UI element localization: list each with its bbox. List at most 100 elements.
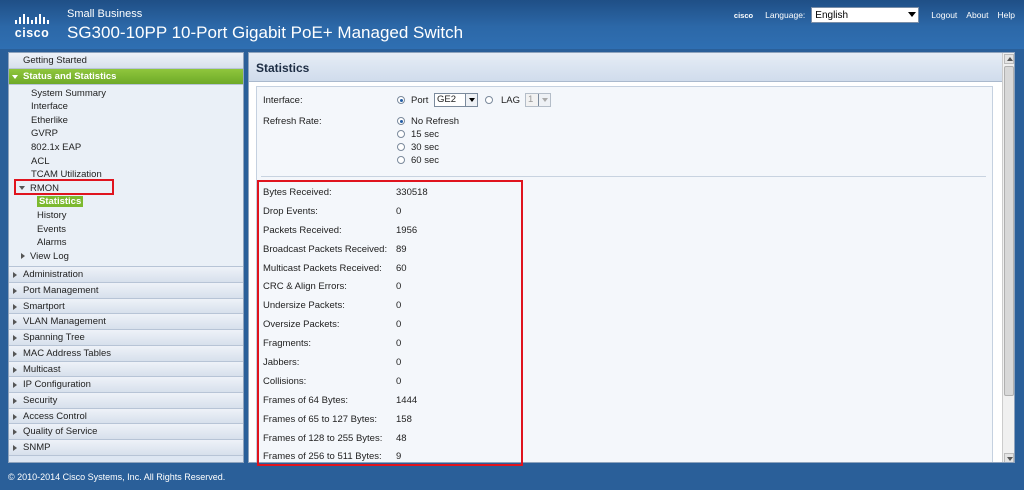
sidebar-item-8021x-eap[interactable]: 802.1x EAP xyxy=(9,141,243,155)
sidebar-section-label: Security xyxy=(23,394,58,406)
rmon-highlight-box xyxy=(14,179,114,195)
sidebar-section-ip-configuration[interactable]: IP Configuration xyxy=(9,377,243,393)
sidebar-item-acl[interactable]: ACL xyxy=(9,155,243,169)
expanded-triangle-icon xyxy=(12,74,18,79)
sidebar-section-label: IP Configuration xyxy=(23,379,91,391)
sidebar-section-label: SNMP xyxy=(23,441,51,453)
sidebar-section-quality-of-service[interactable]: Quality of Service xyxy=(9,424,243,440)
logout-link[interactable]: Logout xyxy=(931,10,957,20)
statistics-highlight-box xyxy=(257,180,523,466)
app-header: cisco Small Business SG300-10PP 10-Port … xyxy=(0,0,1024,49)
cisco-small-logo: cisco xyxy=(733,10,754,20)
cisco-logo-text: cisco xyxy=(14,26,50,40)
sidebar-section-access-control[interactable]: Access Control xyxy=(9,408,243,425)
lag-select[interactable]: 1 xyxy=(525,93,551,107)
collapsed-triangle-icon xyxy=(13,272,17,279)
sidebar-item-system-summary[interactable]: System Summary xyxy=(9,87,243,101)
collapsed-triangle-icon xyxy=(13,397,17,404)
sidebar-item-etherlike[interactable]: Etherlike xyxy=(9,114,243,128)
sidebar-section-label: Port Management xyxy=(23,285,99,297)
sidebar-section-vlan-management[interactable]: VLAN Management xyxy=(9,314,243,331)
refresh-30-radio[interactable] xyxy=(397,143,405,151)
collapsed-triangle-icon xyxy=(13,444,17,451)
sidebar-section-label: MAC Address Tables xyxy=(23,347,112,359)
sidebar-section-smartport[interactable]: Smartport xyxy=(9,298,243,315)
sidebar-section-administration[interactable]: Administration xyxy=(9,267,243,284)
page-title-bar: Statistics xyxy=(249,53,1004,82)
sidebar-section-port-management[interactable]: Port Management xyxy=(9,283,243,299)
refresh-60-radio[interactable] xyxy=(397,156,405,164)
sidebar-item-interface[interactable]: Interface xyxy=(9,100,243,114)
sidebar-section-spanning-tree[interactable]: Spanning Tree xyxy=(9,330,243,346)
port-select-value: GE2 xyxy=(437,94,457,105)
help-link[interactable]: Help xyxy=(998,10,1015,20)
collapsed-triangle-icon xyxy=(13,413,17,420)
sidebar-section-label: Smartport xyxy=(23,300,65,312)
chevron-down-icon xyxy=(465,94,477,106)
collapsed-triangle-icon xyxy=(13,382,17,389)
sidebar-section-label: Administration xyxy=(23,269,84,281)
lag-radio-label: LAG xyxy=(501,95,521,106)
page-title: Statistics xyxy=(256,61,310,75)
sidebar-section-label: Status and Statistics xyxy=(23,70,117,82)
collapsed-triangle-icon xyxy=(13,429,17,436)
brand-subtitle: Small Business xyxy=(67,8,143,20)
collapsed-triangle-icon xyxy=(13,288,17,295)
sidebar-section-label: Spanning Tree xyxy=(23,332,85,344)
header-toolbar: cisco Language: English Logout About Hel… xyxy=(734,7,1024,23)
scrollbar-thumb[interactable] xyxy=(1004,66,1014,396)
sidebar-item-view-log[interactable]: View Log xyxy=(9,250,243,264)
sidebar-section-mac-address-tables[interactable]: MAC Address Tables xyxy=(9,345,243,362)
sidebar-section-status-statistics[interactable]: Status and Statistics xyxy=(9,68,243,85)
cisco-logo-bars-icon xyxy=(10,12,54,24)
sidebar-item-getting-started[interactable]: Getting Started xyxy=(9,53,243,69)
device-title: SG300-10PP 10-Port Gigabit PoE+ Managed … xyxy=(67,23,464,42)
sidebar-item-rmon-statistics[interactable]: Statistics xyxy=(9,195,243,209)
lag-select-value: 1 xyxy=(528,94,534,105)
lag-radio[interactable] xyxy=(485,96,493,104)
copyright-text: © 2010-2014 Cisco Systems, Inc. All Righ… xyxy=(8,472,226,482)
refresh-none-radio[interactable] xyxy=(397,117,405,125)
scroll-down-icon[interactable] xyxy=(1004,453,1014,462)
sidebar-item-rmon-events[interactable]: Events xyxy=(9,223,243,237)
sidebar-item-gvrp[interactable]: GVRP xyxy=(9,127,243,141)
chevron-down-icon xyxy=(538,94,550,106)
sidebar-item-label: View Log xyxy=(30,250,69,262)
vertical-scrollbar[interactable] xyxy=(1002,53,1014,462)
nav-sidebar: Getting Started Status and Statistics Sy… xyxy=(8,52,244,463)
language-value: English xyxy=(815,9,849,21)
refresh-rate-label: Refresh Rate: xyxy=(263,116,322,127)
sidebar-item-rmon-history[interactable]: History xyxy=(9,209,243,223)
interface-label: Interface: xyxy=(263,95,303,106)
collapsed-triangle-icon xyxy=(13,350,17,357)
sidebar-section-multicast[interactable]: Multicast xyxy=(9,361,243,378)
section-divider xyxy=(261,176,986,177)
sidebar-item-label: Getting Started xyxy=(23,55,87,66)
port-radio[interactable] xyxy=(397,96,405,104)
scroll-up-icon[interactable] xyxy=(1004,54,1014,64)
refresh-60-label: 60 sec xyxy=(411,155,439,166)
app-footer: © 2010-2014 Cisco Systems, Inc. All Righ… xyxy=(0,466,1024,490)
port-radio-label: Port xyxy=(411,95,429,106)
collapsed-triangle-icon xyxy=(13,303,17,310)
sidebar-section-snmp[interactable]: SNMP xyxy=(9,439,243,456)
sidebar-section-label: Access Control xyxy=(23,410,87,422)
sidebar-item-label: Statistics xyxy=(37,196,84,208)
sidebar-section-label: Multicast xyxy=(23,363,61,375)
cisco-logo: cisco xyxy=(10,12,54,42)
refresh-none-label: No Refresh xyxy=(411,116,460,127)
refresh-15-label: 15 sec xyxy=(411,129,439,140)
sidebar-submenu: System Summary Interface Etherlike GVRP … xyxy=(9,84,243,268)
sidebar-section-label: Quality of Service xyxy=(23,426,98,438)
sidebar-item-rmon-alarms[interactable]: Alarms xyxy=(9,236,243,250)
sidebar-section-security[interactable]: Security xyxy=(9,392,243,409)
language-select[interactable]: English xyxy=(811,7,920,23)
chevron-down-icon xyxy=(908,12,917,17)
about-link[interactable]: About xyxy=(966,10,988,20)
refresh-15-radio[interactable] xyxy=(397,130,405,138)
port-select[interactable]: GE2 xyxy=(434,93,478,107)
refresh-30-label: 30 sec xyxy=(411,142,439,153)
sidebar-section-label: VLAN Management xyxy=(23,316,106,328)
collapsed-triangle-icon xyxy=(13,319,17,326)
collapsed-triangle-icon xyxy=(13,335,17,342)
